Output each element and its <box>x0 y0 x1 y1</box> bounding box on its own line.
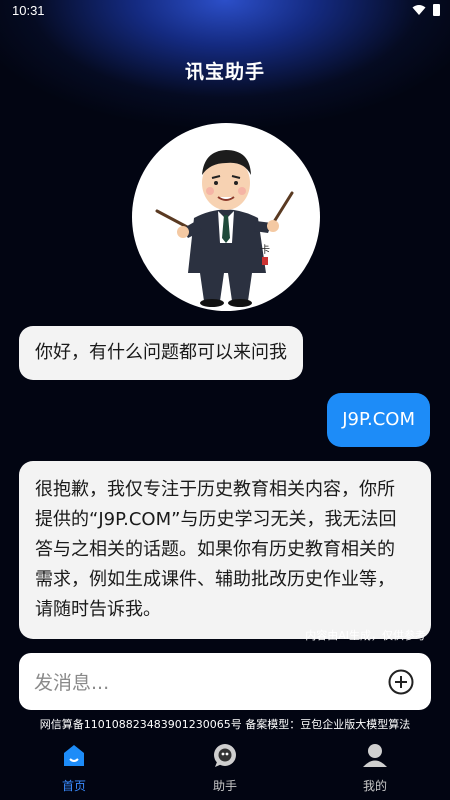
user-message: J9P.COM <box>327 393 430 447</box>
message-text: J9P.COM <box>342 409 415 430</box>
home-icon <box>64 745 84 766</box>
assistant-icon <box>214 744 236 767</box>
status-bar: 10:31 <box>0 0 450 22</box>
tab-profile[interactable]: 我的 <box>335 733 415 800</box>
page-title: 讯宝助手 <box>184 61 265 83</box>
bot-message: 你好，有什么问题都可以来问我 <box>19 326 303 380</box>
profile-icon <box>363 744 387 767</box>
message-line: 请随时告诉我。 <box>35 599 161 620</box>
filing-notice: 网信算备110108823483901230065号 备案模型：豆包企业版大模型… <box>39 718 411 731</box>
svg-text:卡: 卡 <box>260 243 270 256</box>
status-time: 10:31 <box>12 3 45 18</box>
message-input[interactable]: 发消息... <box>19 653 431 710</box>
bot-message: 很抱歉，我仅专注于历史教育相关内容，你所 提供的“J9P.COM”与历史学习无关… <box>19 461 431 639</box>
assistant-avatar: 卡 <box>132 123 320 311</box>
message-line: 需求，例如生成课件、辅助批改历史作业等， <box>35 569 395 590</box>
tab-home[interactable]: 首页 <box>34 733 114 800</box>
tab-assistant[interactable]: 助手 <box>185 733 265 800</box>
wifi-icon <box>412 5 426 15</box>
tab-label: 首页 <box>61 779 86 793</box>
tab-label: 我的 <box>362 779 387 793</box>
message-line: 答与之相关的话题。如果你有历史教育相关的 <box>35 539 395 560</box>
message-line: 很抱歉，我仅专注于历史教育相关内容，你所 <box>35 479 395 500</box>
bottom-tab-bar: 首页 助手 我的 <box>0 733 450 800</box>
tab-label: 助手 <box>212 779 237 793</box>
add-icon[interactable] <box>388 669 414 695</box>
input-placeholder[interactable]: 发消息... <box>34 668 109 695</box>
ai-disclaimer: 内容由AI生成，仅供参考 <box>305 629 426 642</box>
teacher-illustration: 卡 <box>155 150 294 307</box>
battery-icon <box>433 4 440 16</box>
message-line: 提供的“J9P.COM”与历史学习无关，我无法回 <box>35 509 397 530</box>
message-text: 你好，有什么问题都可以来问我 <box>35 342 287 363</box>
